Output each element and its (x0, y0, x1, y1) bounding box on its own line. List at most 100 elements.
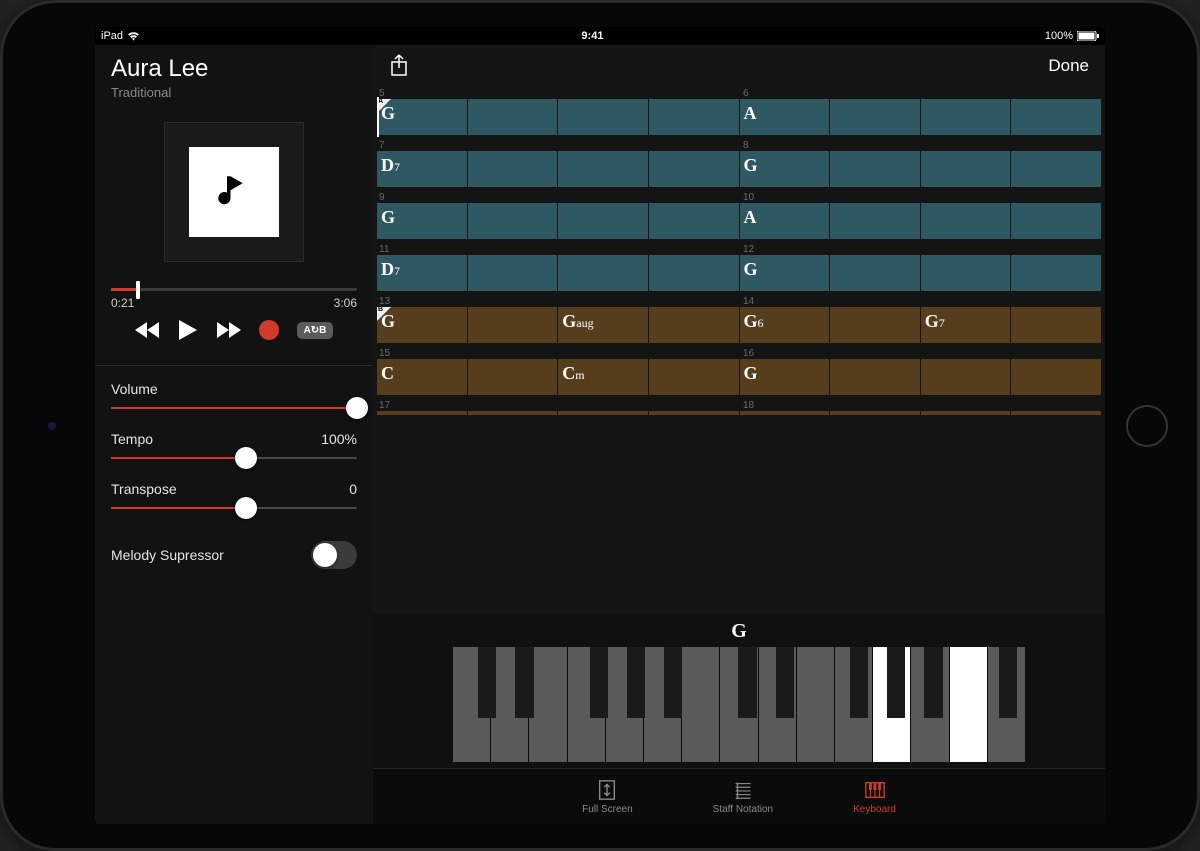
white-key[interactable] (759, 647, 796, 762)
beat-cell[interactable] (649, 255, 739, 291)
beat-cell[interactable]: Gaug (558, 307, 648, 343)
home-button[interactable] (1126, 405, 1168, 447)
beat-cell[interactable] (921, 203, 1011, 239)
tab-keyboard[interactable]: Keyboard (853, 779, 896, 815)
beat-cell[interactable] (649, 151, 739, 187)
beat-cell[interactable] (558, 203, 648, 239)
tab-staff-notation[interactable]: Staff Notation (713, 779, 773, 815)
beat-cell[interactable] (558, 255, 648, 291)
transpose-slider[interactable]: Transpose 0 (111, 481, 357, 509)
playback-progress[interactable]: 0:21 3:06 (111, 288, 357, 310)
ab-loop-button[interactable]: A↻B (297, 322, 334, 339)
screen: iPad 9:41 100% Aura Lee Traditional (95, 27, 1105, 824)
tab-full-screen[interactable]: Full Screen (582, 779, 633, 815)
beat-cell[interactable]: G (740, 359, 830, 395)
beat-cell[interactable] (649, 99, 739, 135)
white-key[interactable] (720, 647, 757, 762)
beat-cell[interactable] (468, 151, 558, 187)
beat-cell[interactable] (921, 255, 1011, 291)
beat-cell[interactable] (740, 411, 830, 415)
beat-cell[interactable]: A (740, 203, 830, 239)
chord-track[interactable]: 56GAA78D7G910GA1112D7G1314GBGaugG6G71516… (373, 87, 1105, 614)
play-button[interactable] (179, 320, 197, 340)
chord-row[interactable]: GB Gaug G6 G7 (377, 307, 1101, 343)
white-key[interactable] (797, 647, 834, 762)
beat-cell[interactable]: G7 (921, 307, 1011, 343)
white-key[interactable] (682, 647, 719, 762)
beat-cell[interactable] (649, 411, 739, 415)
beat-cell[interactable]: G (377, 203, 467, 239)
chord-row[interactable]: C Cm G (377, 359, 1101, 395)
fast-forward-button[interactable] (215, 321, 241, 339)
white-key[interactable] (950, 647, 987, 762)
record-button[interactable] (259, 320, 279, 340)
beat-cell[interactable] (830, 359, 920, 395)
beat-cell[interactable] (468, 203, 558, 239)
melody-suppressor-toggle[interactable] (311, 541, 357, 569)
beat-cell[interactable] (830, 99, 920, 135)
white-key[interactable] (606, 647, 643, 762)
beat-cell[interactable] (830, 151, 920, 187)
done-button[interactable]: Done (1048, 56, 1089, 76)
rewind-button[interactable] (135, 321, 161, 339)
beat-cell[interactable] (649, 359, 739, 395)
tempo-slider[interactable]: Tempo 100% (111, 431, 357, 459)
beat-cell[interactable] (1011, 307, 1101, 343)
white-key[interactable] (644, 647, 681, 762)
beat-cell[interactable] (921, 359, 1011, 395)
beat-cell[interactable] (468, 359, 558, 395)
white-key[interactable] (529, 647, 566, 762)
beat-cell[interactable] (649, 203, 739, 239)
beat-cell[interactable]: GB (377, 307, 467, 343)
piano-keyboard[interactable] (453, 647, 1025, 762)
beat-cell[interactable]: C (377, 359, 467, 395)
white-key[interactable] (491, 647, 528, 762)
beat-cell[interactable]: D7 (377, 255, 467, 291)
beat-cell[interactable] (830, 411, 920, 415)
white-key[interactable] (568, 647, 605, 762)
white-key[interactable] (835, 647, 872, 762)
beat-cell[interactable] (921, 411, 1011, 415)
beat-cell[interactable] (1011, 255, 1101, 291)
chord-row[interactable]: GA A (377, 99, 1101, 135)
chord-row[interactable]: D7 G (377, 255, 1101, 291)
beat-cell[interactable] (468, 307, 558, 343)
chord-row[interactable] (377, 411, 1101, 415)
beat-cell[interactable] (558, 151, 648, 187)
beat-cell[interactable] (558, 99, 648, 135)
beat-cell[interactable] (1011, 151, 1101, 187)
beat-cell[interactable] (468, 255, 558, 291)
volume-slider[interactable]: Volume (111, 381, 357, 409)
beat-cell[interactable] (921, 151, 1011, 187)
beat-cell[interactable]: D7 (377, 151, 467, 187)
beat-cell[interactable]: A (740, 99, 830, 135)
share-button[interactable] (389, 54, 409, 78)
white-key[interactable] (873, 647, 910, 762)
beat-cell[interactable] (1011, 99, 1101, 135)
beat-cell[interactable] (1011, 411, 1101, 415)
beat-cell[interactable] (1011, 203, 1101, 239)
beat-cell[interactable] (830, 255, 920, 291)
beat-cell[interactable]: GA (377, 99, 467, 135)
beat-cell[interactable]: G (740, 255, 830, 291)
beat-cell[interactable] (377, 411, 467, 415)
beat-cell[interactable] (1011, 359, 1101, 395)
beat-cell[interactable]: G (740, 151, 830, 187)
beat-cell[interactable] (468, 99, 558, 135)
white-key[interactable] (988, 647, 1025, 762)
chord-row[interactable]: D7 G (377, 151, 1101, 187)
beat-cell[interactable]: Cm (558, 359, 648, 395)
measure-number: 8 (741, 139, 1101, 151)
beat-cell[interactable] (558, 411, 648, 415)
white-key[interactable] (453, 647, 490, 762)
white-key[interactable] (911, 647, 948, 762)
playhead[interactable] (377, 97, 379, 137)
album-art[interactable] (164, 122, 304, 262)
chord-row[interactable]: GA (377, 203, 1101, 239)
beat-cell[interactable] (830, 307, 920, 343)
beat-cell[interactable] (468, 411, 558, 415)
beat-cell[interactable]: G6 (740, 307, 830, 343)
beat-cell[interactable] (921, 99, 1011, 135)
beat-cell[interactable] (649, 307, 739, 343)
beat-cell[interactable] (830, 203, 920, 239)
